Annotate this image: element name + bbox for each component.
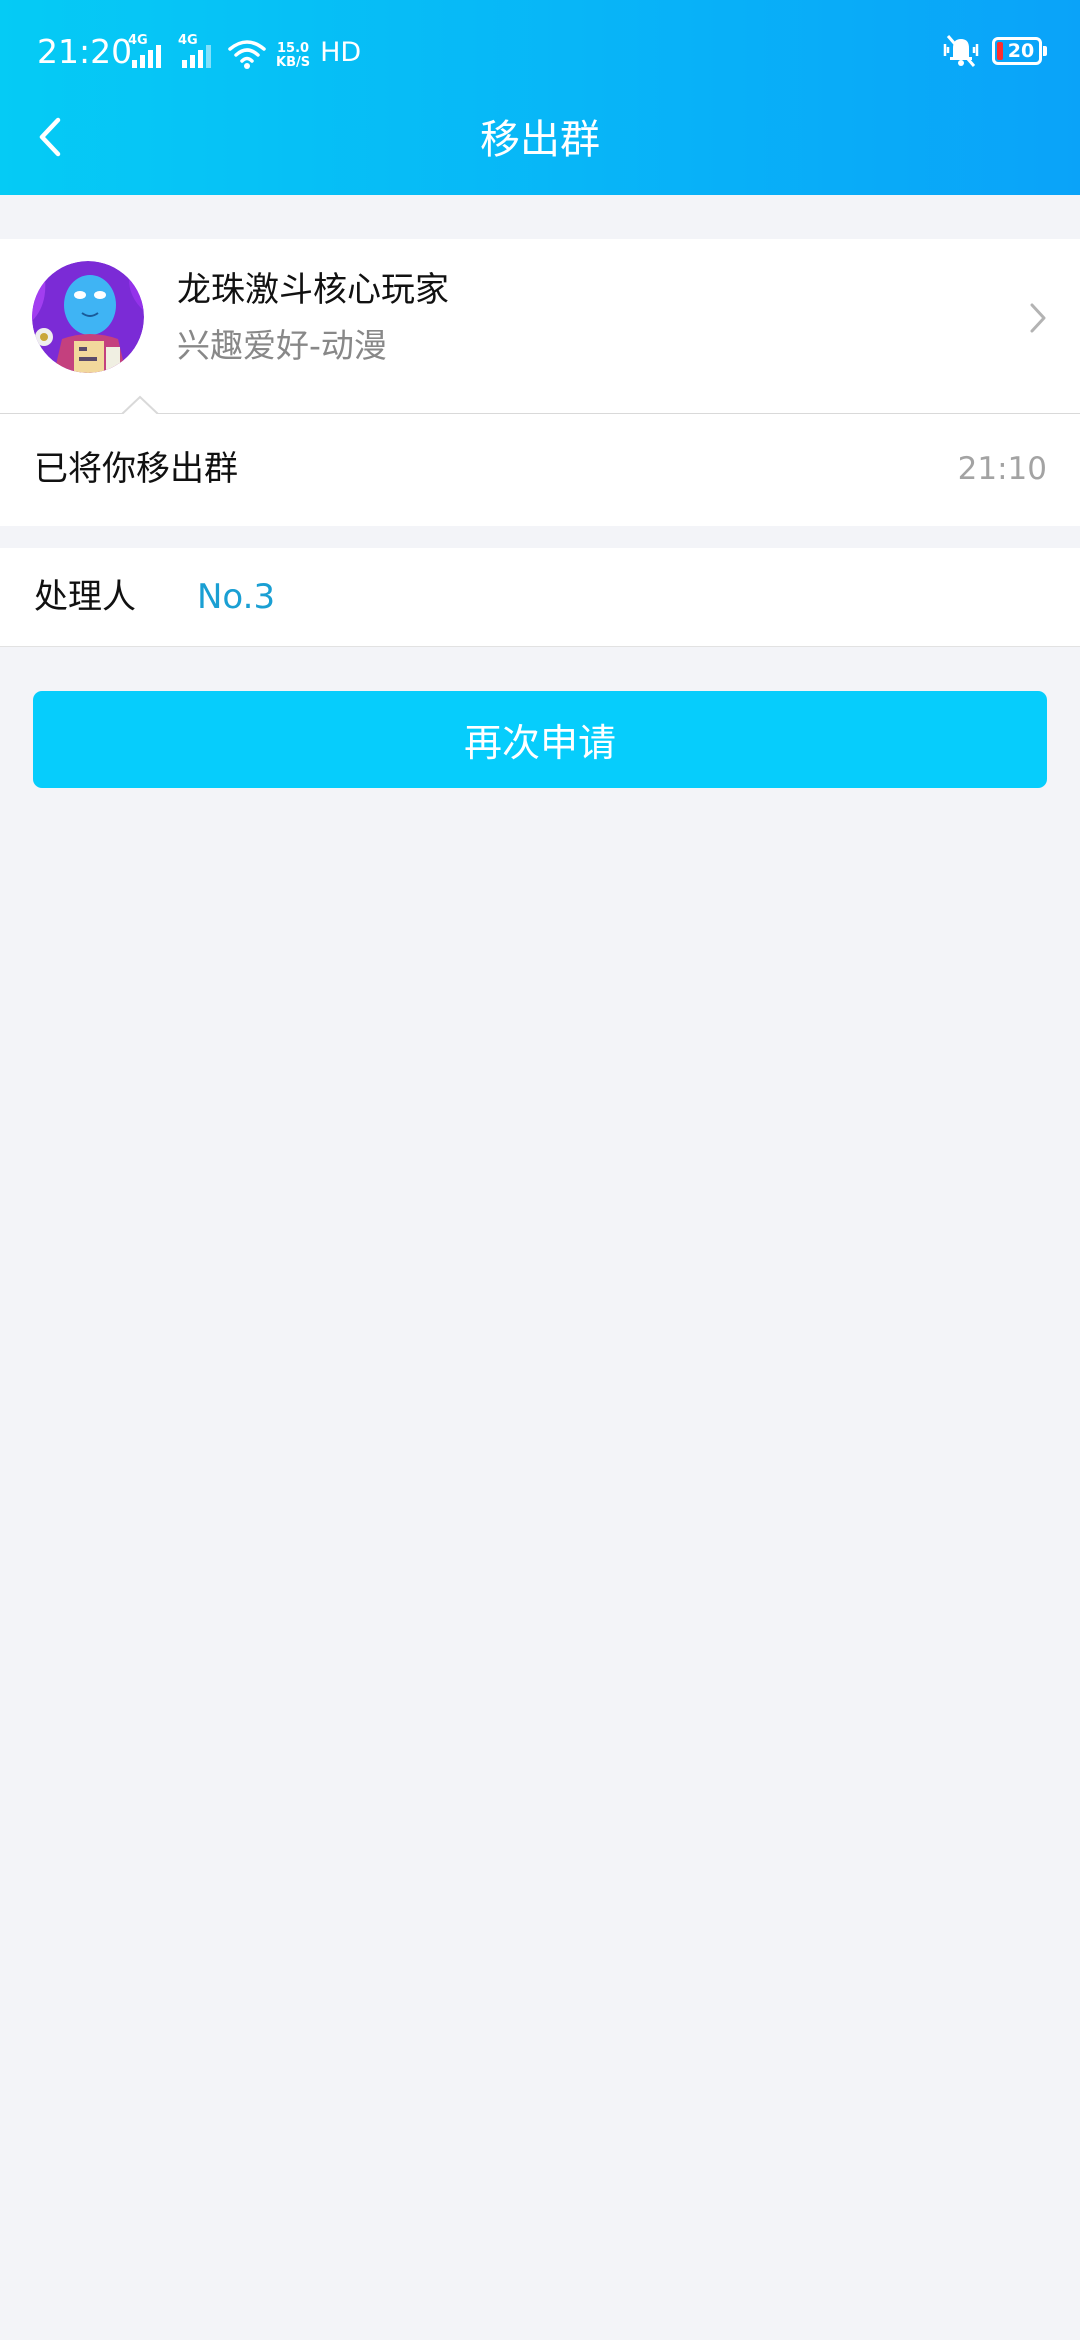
group-category: 兴趣爱好-动漫 <box>177 326 387 365</box>
speed-value: 15.0 <box>277 41 310 56</box>
status-icons-right: 20 <box>942 34 1047 68</box>
notch-divider <box>0 395 1080 415</box>
handler-link[interactable]: No.3 <box>197 574 275 620</box>
reapply-button[interactable]: 再次申请 <box>33 691 1047 788</box>
hd-indicator: HD <box>320 37 362 68</box>
header-bar: 21:20 4G 4G 15.0 KB/S HD 20 移出群 <box>0 0 1080 195</box>
wifi-icon <box>228 40 266 69</box>
group-avatar <box>32 261 144 373</box>
cellular-signal-icon: 4G <box>128 34 168 70</box>
status-time: 21:20 <box>37 32 133 71</box>
group-card[interactable]: 龙珠激斗核心玩家 兴趣爱好-动漫 <box>0 239 1080 413</box>
status-bar: 21:20 4G 4G 15.0 KB/S HD 20 <box>0 0 1080 104</box>
status-icons-left: 4G 4G 15.0 KB/S HD <box>128 30 361 70</box>
message-row: 已将你移出群 21:10 <box>0 414 1080 526</box>
chevron-right-icon <box>1030 303 1046 333</box>
speed-unit: KB/S <box>276 55 311 70</box>
handler-row: 处理人 No.3 <box>0 548 1080 647</box>
battery-icon: 20 <box>992 37 1047 65</box>
page-title: 移出群 <box>480 117 600 163</box>
message-time: 21:10 <box>957 451 1047 487</box>
group-name: 龙珠激斗核心玩家 <box>177 270 449 310</box>
network-speed: 15.0 KB/S <box>276 42 310 70</box>
handler-label: 处理人 <box>34 577 136 617</box>
message-text: 已将你移出群 <box>34 449 238 489</box>
vibrate-mute-icon <box>943 35 979 67</box>
cellular-signal-icon: 4G <box>178 34 218 70</box>
battery-level: 20 <box>1007 40 1035 62</box>
